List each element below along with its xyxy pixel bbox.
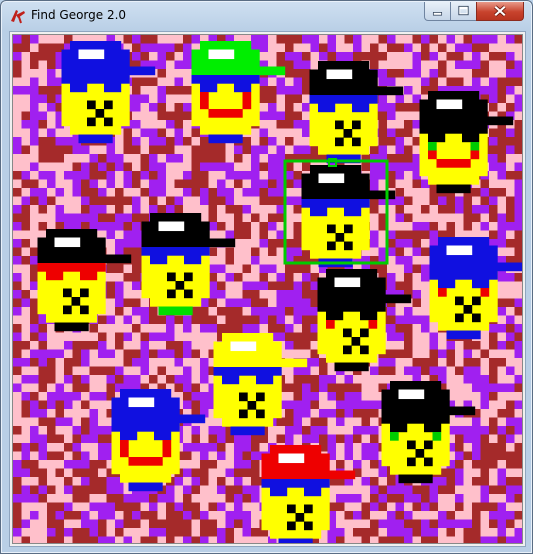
maximize-icon xyxy=(458,5,469,16)
close-button[interactable] xyxy=(476,2,524,21)
tk-feather-icon xyxy=(11,10,25,24)
close-icon xyxy=(493,5,507,17)
client-area xyxy=(9,31,526,547)
minimize-icon xyxy=(432,12,443,16)
game-canvas[interactable] xyxy=(13,35,522,543)
title-bar[interactable]: Find George 2.0 xyxy=(1,1,532,31)
minimize-button[interactable] xyxy=(424,2,451,21)
window-title: Find George 2.0 xyxy=(31,8,127,22)
game-board[interactable] xyxy=(12,34,523,544)
maximize-button[interactable] xyxy=(450,2,477,21)
app-window: Find George 2.0 xyxy=(0,0,533,554)
